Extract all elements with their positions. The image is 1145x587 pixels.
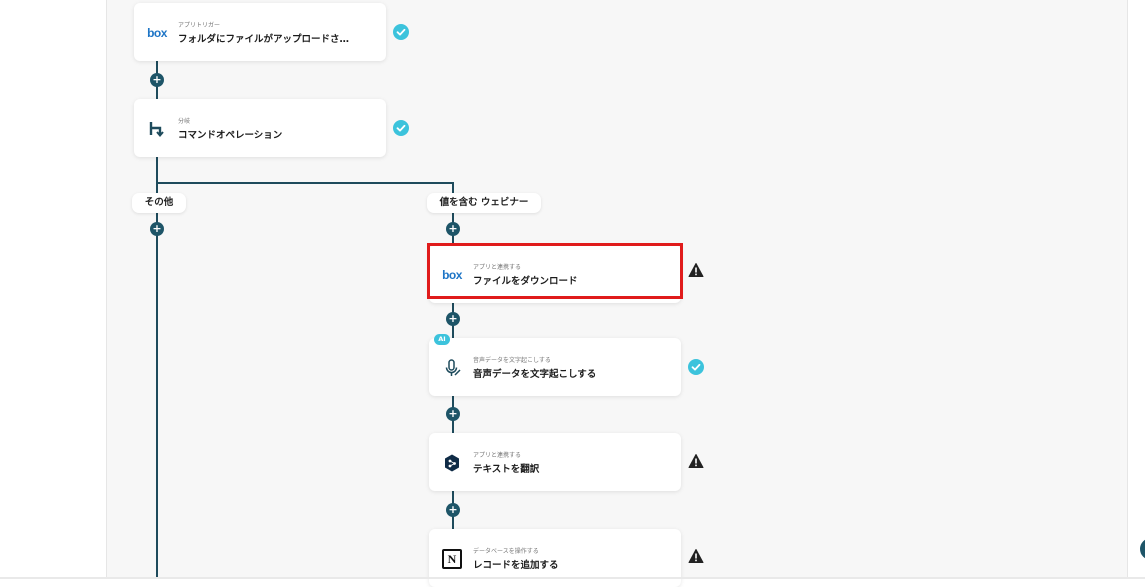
node-type-label: データベースを操作する (473, 548, 539, 555)
warning-icon (688, 549, 704, 563)
node-title: フォルダにファイルがアップロードさ… (178, 34, 350, 45)
box-logo-icon: box (147, 26, 167, 40)
node-type-label: アプリと連携する (473, 452, 522, 459)
flow-node-transcribe[interactable]: AI 音声データを文字起こしする 音声データを文字起こしする (429, 334, 681, 396)
flow-node-download[interactable]: box アプリと連携する ファイルをダウンロード (429, 245, 681, 303)
node-type-label: 分岐 (178, 118, 191, 125)
node-title: ファイルをダウンロード (473, 276, 578, 287)
connector-line (156, 156, 158, 579)
node-type-label: アプリトリガー (178, 22, 221, 29)
flow-node-translate[interactable]: アプリと連携する テキストを翻訳 (429, 433, 681, 491)
microphone-icon (441, 357, 463, 379)
notion-icon: N (441, 548, 463, 570)
add-step-button[interactable]: + (150, 222, 164, 236)
ai-badge: AI (434, 334, 450, 345)
branch-label-contains[interactable]: 値を含む ウェビナー (427, 193, 541, 213)
add-step-button[interactable]: + (446, 503, 460, 517)
flow-node-trigger[interactable]: box アプリトリガー フォルダにファイルがアップロードさ… (134, 3, 386, 61)
node-title: 音声データを文字起こしする (473, 369, 597, 380)
left-sidebar (0, 0, 107, 579)
warning-icon (688, 454, 704, 468)
add-step-button[interactable]: + (150, 73, 164, 87)
check-circle-icon (393, 120, 409, 136)
node-type-label: 音声データを文字起こしする (473, 357, 551, 364)
add-step-button[interactable]: + (446, 222, 460, 236)
check-circle-icon (688, 359, 704, 375)
branch-label-other[interactable]: その他 (132, 193, 186, 213)
box-logo-icon: box (442, 268, 462, 282)
node-title: テキストを翻訳 (473, 464, 540, 475)
right-panel (1128, 0, 1145, 579)
add-step-button[interactable]: + (446, 407, 460, 421)
check-circle-icon (393, 24, 409, 40)
warning-icon (688, 263, 704, 277)
deepl-icon (441, 452, 463, 474)
node-title: レコードを追加する (473, 560, 559, 571)
add-step-button[interactable]: + (446, 312, 460, 326)
branch-connector (156, 182, 454, 184)
node-title: コマンドオペレーション (178, 130, 283, 141)
flow-node-branch[interactable]: 分岐 コマンドオペレーション (134, 99, 386, 157)
branch-icon (146, 118, 168, 140)
node-type-label: アプリと連携する (473, 264, 522, 271)
